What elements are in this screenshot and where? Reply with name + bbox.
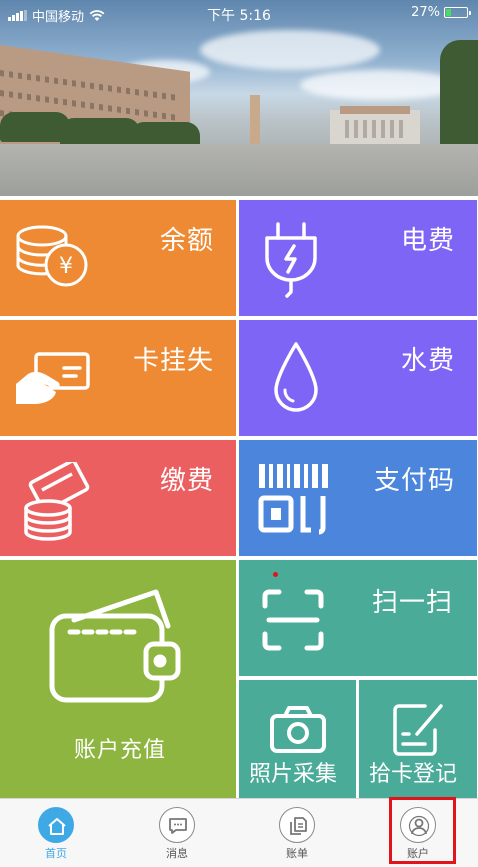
bill-icon bbox=[279, 807, 315, 843]
scan-label: 扫一扫 bbox=[371, 588, 453, 618]
water-drop-icon bbox=[274, 342, 318, 412]
pay-code-label: 支付码 bbox=[373, 466, 455, 496]
photo-tile[interactable]: 照片采集 bbox=[239, 680, 356, 798]
pay-fees-tile[interactable]: 缴费 bbox=[0, 440, 236, 556]
bottom-tab-bar: 首页 消息 账单 账户 bbox=[0, 798, 478, 867]
recharge-label: 账户充值 bbox=[74, 738, 167, 763]
battery-icon bbox=[444, 7, 471, 18]
tab-messages-label: 消息 bbox=[166, 847, 188, 860]
svg-text:¥: ¥ bbox=[59, 254, 73, 279]
pay-fees-label: 缴费 bbox=[159, 466, 214, 496]
scan-frame-icon bbox=[262, 589, 324, 651]
report-lost-tile[interactable]: 卡挂失 bbox=[0, 320, 236, 436]
pay-code-tile[interactable]: 支付码 bbox=[239, 440, 477, 556]
recharge-tile[interactable]: 账户充值 bbox=[0, 560, 236, 798]
tab-account[interactable]: 账户 bbox=[368, 799, 468, 867]
home-icon bbox=[38, 807, 74, 843]
message-icon bbox=[159, 807, 195, 843]
tab-account-label: 账户 bbox=[407, 847, 429, 860]
tab-messages[interactable]: 消息 bbox=[127, 799, 227, 867]
edit-note-icon bbox=[393, 704, 443, 756]
report-lost-label: 卡挂失 bbox=[132, 346, 214, 376]
scan-tile[interactable]: 扫一扫 bbox=[239, 560, 477, 676]
card-coins-icon bbox=[24, 462, 90, 541]
hand-card-icon bbox=[16, 352, 90, 404]
tab-home[interactable]: 首页 bbox=[6, 799, 106, 867]
coins-yen-icon: ¥ bbox=[16, 225, 88, 287]
status-time: 下午 5:16 bbox=[207, 8, 271, 24]
barcode-qr-icon bbox=[258, 464, 328, 535]
battery-percent: 27% bbox=[411, 5, 440, 20]
campus-banner-image bbox=[0, 0, 478, 196]
photo-label: 照片采集 bbox=[249, 762, 338, 787]
tab-home-label: 首页 bbox=[45, 847, 67, 860]
camera-icon bbox=[270, 706, 326, 753]
electricity-label: 电费 bbox=[400, 226, 455, 256]
found-card-label: 拾卡登记 bbox=[369, 762, 458, 787]
tab-bills-label: 账单 bbox=[286, 847, 308, 860]
notification-dot bbox=[273, 572, 278, 577]
balance-label: 余额 bbox=[159, 226, 214, 256]
user-icon bbox=[400, 807, 436, 843]
found-card-tile[interactable]: 拾卡登记 bbox=[359, 680, 477, 798]
electricity-tile[interactable]: 电费 bbox=[239, 200, 477, 316]
water-label: 水费 bbox=[400, 346, 455, 376]
water-tile[interactable]: 水费 bbox=[239, 320, 477, 436]
wallet-icon bbox=[49, 589, 181, 703]
tab-bills[interactable]: 账单 bbox=[247, 799, 347, 867]
plug-icon bbox=[265, 222, 317, 298]
status-bar: 中国移动 下午 5:16 27% bbox=[0, 0, 478, 28]
balance-tile[interactable]: ¥ 余额 bbox=[0, 200, 236, 316]
